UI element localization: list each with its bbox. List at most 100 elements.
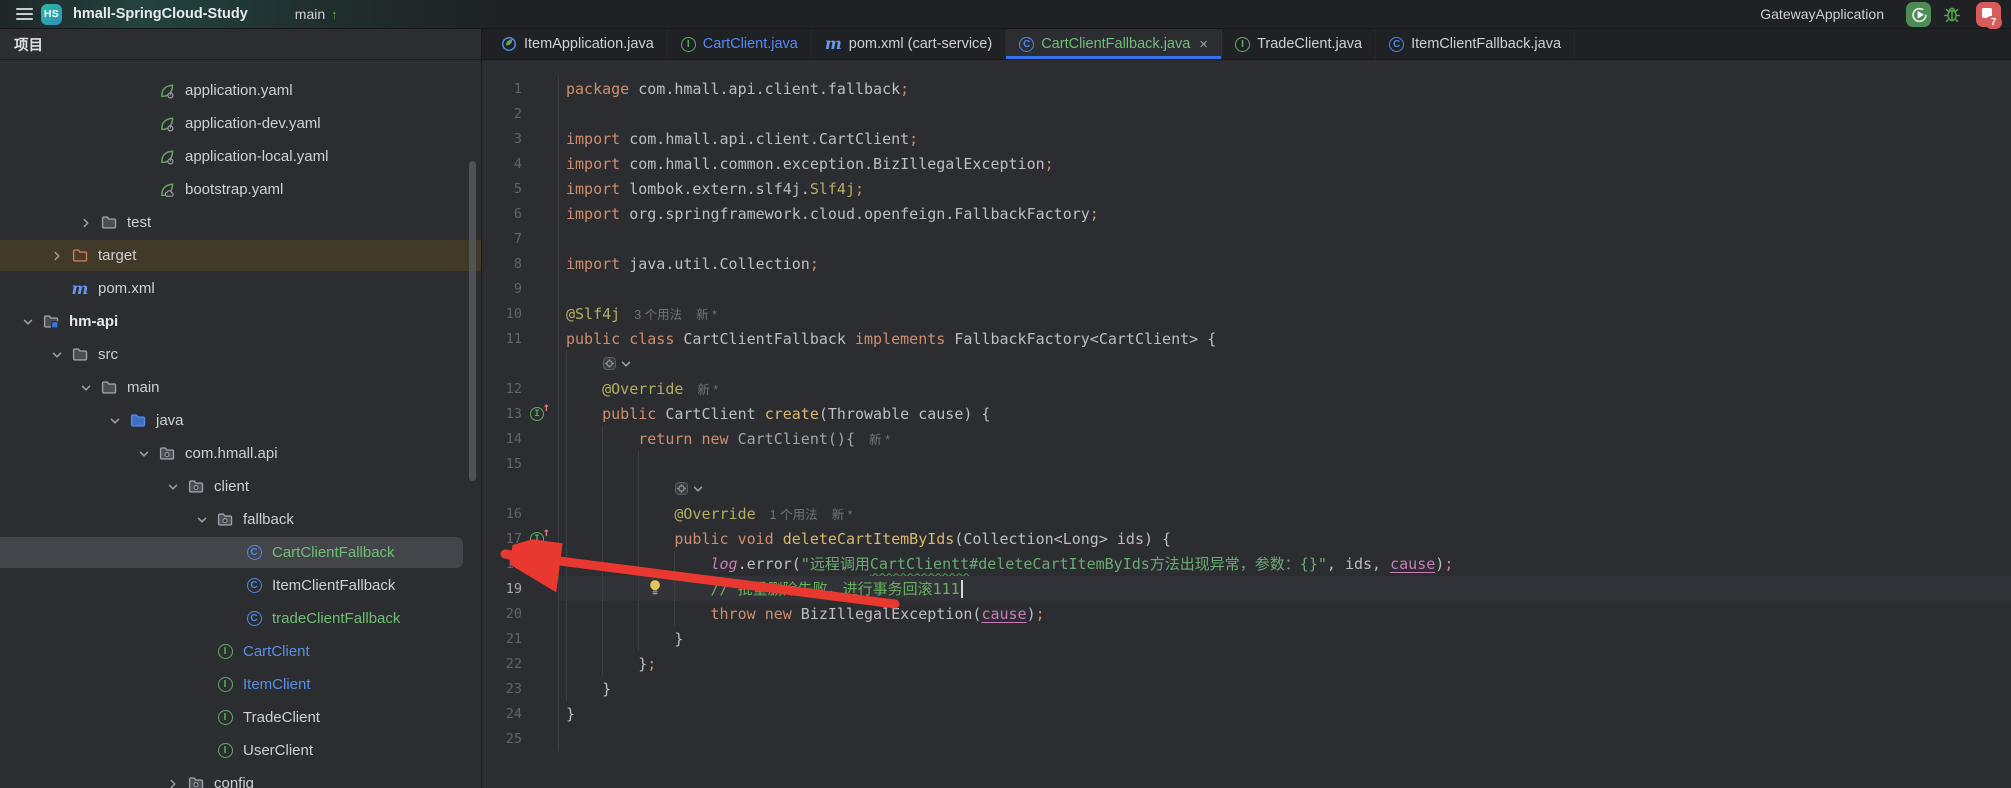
implement-gutter-icon[interactable]: I ↑ <box>522 400 552 421</box>
code-line-13[interactable]: 13 I ↑ public CartClient create (Throwable … <box>482 400 2011 426</box>
code-content[interactable]: public class CartClientFallback implemen… <box>559 326 2011 351</box>
code-content[interactable]: }; <box>559 651 2011 676</box>
code-line-5[interactable]: 5 import lombok.extern.slf4j. Slf4j; <box>482 176 2011 201</box>
code-content[interactable]: return new CartClient(){新 * <box>559 426 2011 451</box>
inlay-hint[interactable]: 1 个用法 <box>770 504 818 523</box>
tree-item-src[interactable]: src <box>0 338 481 371</box>
code-line-21[interactable]: 21 } <box>482 626 2011 651</box>
code-content[interactable]: @Override 新 * <box>559 376 2011 401</box>
code-line-24[interactable]: 24} <box>482 701 2011 726</box>
inlay-hint[interactable]: 新 * <box>697 379 718 398</box>
code-line-15[interactable]: 15 <box>482 451 2011 476</box>
chevron-down-icon[interactable] <box>190 508 214 532</box>
tree-item-hm-api[interactable]: hm-api <box>0 305 481 338</box>
implement-gutter-icon[interactable]: I ↑ <box>530 525 550 546</box>
tree-item-main[interactable]: main <box>0 371 481 404</box>
code-line-9[interactable]: 9 <box>482 276 2011 301</box>
chevron-down-icon[interactable] <box>161 475 185 499</box>
tree-item-application-dev.yaml[interactable]: application-dev.yaml <box>0 107 481 140</box>
project-scrollbar[interactable] <box>469 161 476 481</box>
tab-pom.xml (cart-service)[interactable]: m pom.xml (cart-service) <box>812 29 1006 59</box>
bulb-icon[interactable] <box>648 579 662 600</box>
chevron-right-icon[interactable] <box>74 211 98 235</box>
debug-button[interactable] <box>1939 2 1964 27</box>
tree-item-CartClient[interactable]: I CartClient <box>0 635 481 668</box>
tree-item-bootstrap.yaml[interactable]: bootstrap.yaml <box>0 173 481 206</box>
code-line-3[interactable]: 3 import com.hmall.api.client.CartClient; <box>482 126 2011 151</box>
tree-item-test[interactable]: test <box>0 206 481 239</box>
tab-CartClientFallback.java[interactable]: C CartClientFallback.java × <box>1006 29 1223 59</box>
code-line-6[interactable]: 6 import org.springframework.cloud.openfe… <box>482 201 2011 226</box>
stop-button[interactable]: 7 <box>1976 1 2002 29</box>
tab-CartClient.java[interactable]: I CartClient.java <box>668 29 812 59</box>
code-content[interactable] <box>559 101 2011 126</box>
project-name[interactable]: hmall-SpringCloud-Study <box>73 6 248 22</box>
tree-item-java[interactable]: java <box>0 404 481 437</box>
implement-gutter-icon[interactable]: I ↑ <box>530 400 550 421</box>
code-content[interactable] <box>559 476 2011 501</box>
code-content[interactable]: import org.springframework.cloud.openfei… <box>559 201 2011 226</box>
tree-item-CartClientFallback[interactable]: C CartClientFallback <box>0 536 481 569</box>
tree-item-application-local.yaml[interactable]: application-local.yaml <box>0 140 481 173</box>
code-line-4[interactable]: 4 import com.hmall.common.exception.BizIl… <box>482 151 2011 176</box>
close-icon[interactable]: × <box>1199 37 1208 52</box>
tree-item-pom.xml[interactable]: m pom.xml <box>0 272 481 305</box>
project-logo[interactable]: HS <box>41 3 62 25</box>
code-line-12[interactable]: 12 @Override 新 * <box>482 376 2011 401</box>
tree-item-ItemClientFallback[interactable]: C ItemClientFallback <box>0 569 481 602</box>
project-panel-header[interactable]: 项目 <box>0 29 481 60</box>
run-button[interactable] <box>1906 1 1931 27</box>
code-content[interactable] <box>559 226 2011 251</box>
code-line-8[interactable]: 8 import java.util.Collection; <box>482 251 2011 276</box>
code-editor[interactable]: 1 package com.hmall.api.client.fallback; 2… <box>482 60 2011 788</box>
code-content[interactable]: public void deleteCartItemByIds (Collecti… <box>559 526 2011 551</box>
code-content[interactable]: import lombok.extern.slf4j. Slf4j; <box>559 176 2011 201</box>
code-content[interactable]: } <box>559 626 2011 651</box>
code-line-7[interactable]: 7 <box>482 226 2011 251</box>
tree-item-TradeClient[interactable]: I TradeClient <box>0 701 481 734</box>
code-vision-widget[interactable] <box>602 356 632 371</box>
code-content[interactable] <box>559 276 2011 301</box>
chevron-down-icon[interactable] <box>103 409 127 433</box>
code-line-11[interactable]: 11 public class CartClientFallback implem… <box>482 326 2011 351</box>
code-content[interactable]: } <box>559 701 2011 726</box>
tree-item-com.hmall.api[interactable]: com.hmall.api <box>0 437 481 470</box>
tree-item-tradeClientFallback[interactable]: CtradeClientFallback <box>0 602 481 635</box>
code-content[interactable]: } <box>559 676 2011 701</box>
code-content[interactable]: import java.util.Collection; <box>559 251 2011 276</box>
code-content[interactable]: import com.hmall.api.client.CartClient; <box>559 126 2011 151</box>
tree-item-application.yaml[interactable]: application.yaml <box>0 74 481 107</box>
code-vision-row[interactable] <box>482 476 2011 501</box>
code-line-16[interactable]: 16 @Override 1 个用法新 * <box>482 501 2011 526</box>
code-line-22[interactable]: 22 }; <box>482 651 2011 676</box>
chevron-right-icon[interactable] <box>45 244 69 268</box>
code-line-19[interactable]: 19 // 批量删除失败，进行事务回滚111 <box>482 576 2011 601</box>
code-content[interactable] <box>559 451 2011 476</box>
inlay-hint[interactable]: 新 * <box>832 504 853 523</box>
implement-gutter-icon[interactable]: I ↑ <box>522 525 552 546</box>
code-line-17[interactable]: 17 I ↑ public void deleteCartItemByIds (Col… <box>482 525 2011 551</box>
chevron-right-icon[interactable] <box>161 772 185 788</box>
inlay-hint[interactable]: 3 个用法 <box>634 304 682 323</box>
code-line-25[interactable]: 25 <box>482 726 2011 751</box>
tree-item-client[interactable]: client <box>0 470 481 503</box>
code-content[interactable]: log .error("远程调用 CartClientt #deleteCartIte… <box>559 551 2011 576</box>
code-vision-widget[interactable] <box>674 481 704 496</box>
tree-item-target[interactable]: target <box>0 239 481 272</box>
code-content[interactable]: package com.hmall.api.client.fallback; <box>559 76 2011 101</box>
tab-TradeClient.java[interactable]: I TradeClient.java <box>1222 29 1376 59</box>
chevron-down-icon[interactable] <box>16 310 40 334</box>
git-branch-widget[interactable]: main ↑ <box>290 6 343 22</box>
tab-ItemApplication.java[interactable]: ItemApplication.java <box>488 29 668 59</box>
code-line-23[interactable]: 23 } <box>482 676 2011 701</box>
code-line-1[interactable]: 1 package com.hmall.api.client.fallback; <box>482 76 2011 101</box>
code-content[interactable] <box>559 726 2011 751</box>
code-content[interactable]: @Slf4j 3 个用法新 * <box>559 301 2011 326</box>
code-content[interactable]: import com.hmall.common.exception.BizIll… <box>559 151 2011 176</box>
inlay-hint[interactable]: 新 * <box>696 304 717 323</box>
main-menu-icon[interactable] <box>16 8 33 20</box>
code-content[interactable]: throw new BizIllegalException(cause); <box>559 601 2011 626</box>
code-line-2[interactable]: 2 <box>482 101 2011 126</box>
run-configuration-selector[interactable]: GatewayApplication <box>1754 6 1890 22</box>
code-line-10[interactable]: 10 @Slf4j 3 个用法新 * <box>482 301 2011 326</box>
